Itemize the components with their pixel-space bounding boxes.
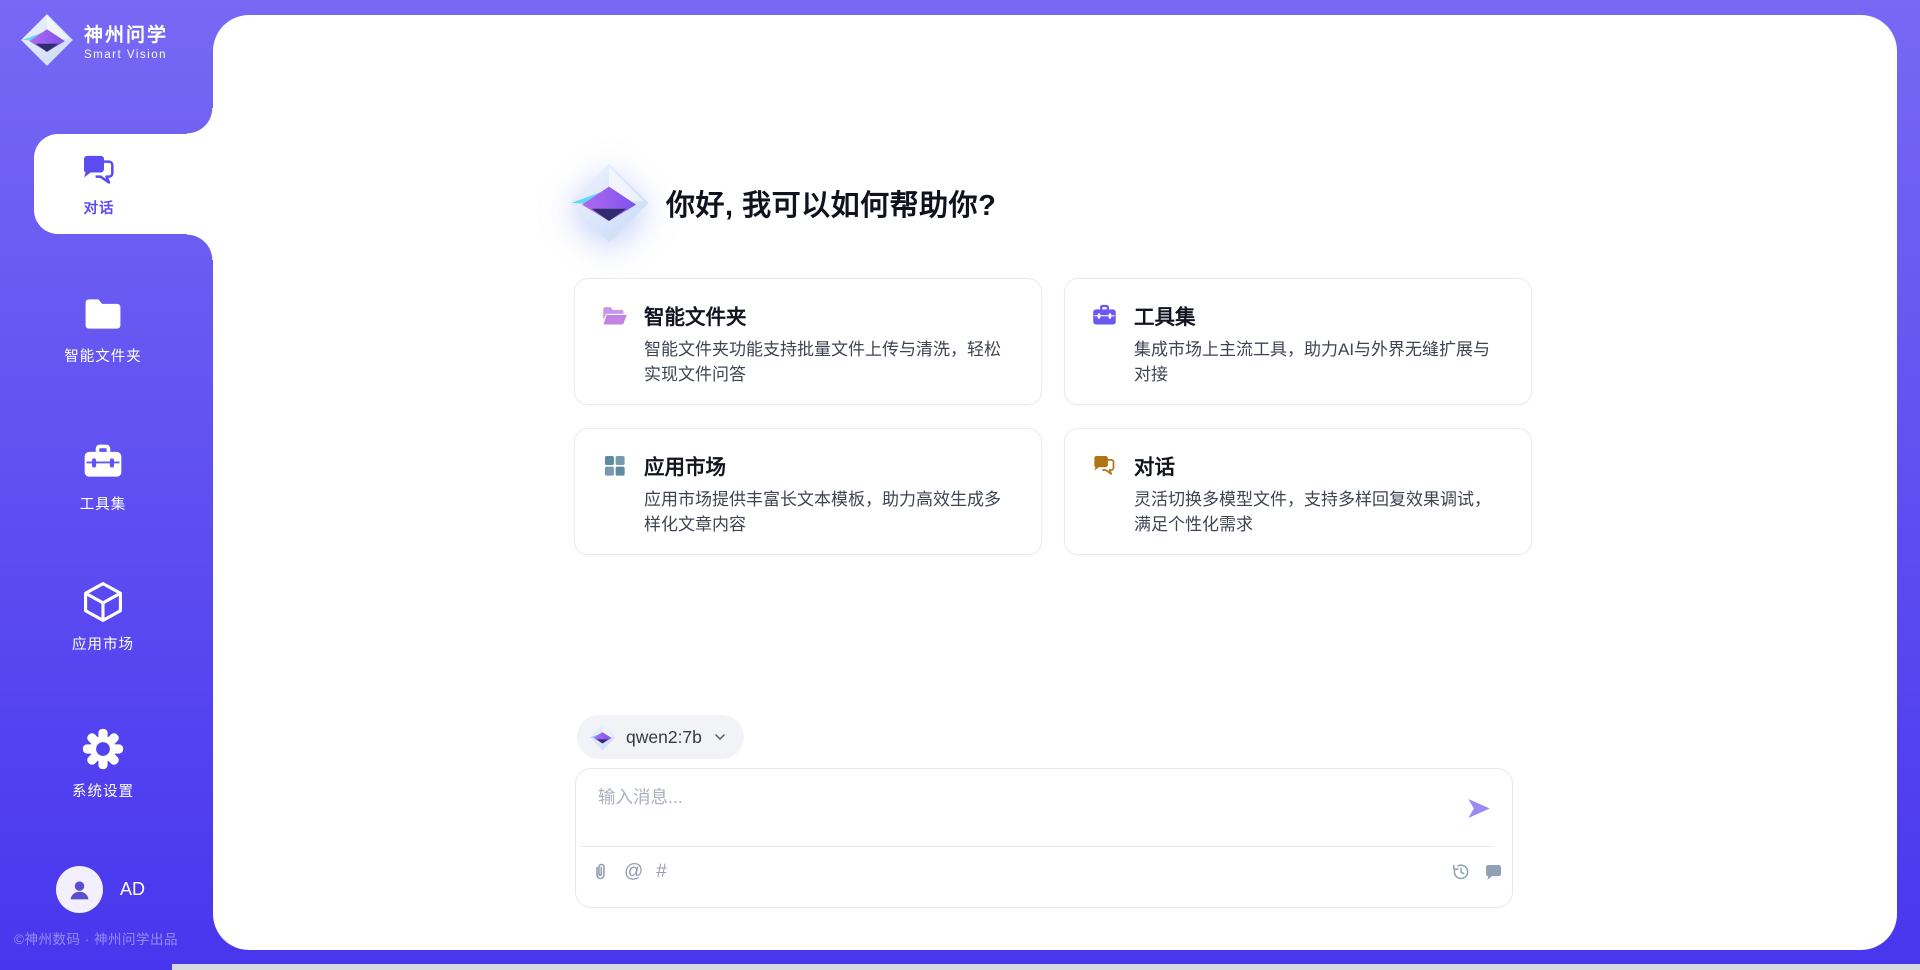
card-description: 应用市场提供丰富长文本模板，助力高效生成多样化文章内容 <box>644 488 1017 537</box>
copyright-text: ©神州数码 · 神州问学出品 <box>14 928 178 948</box>
composer-divider <box>580 846 1494 847</box>
send-icon[interactable] <box>1465 795 1492 822</box>
sidebar-item-settings[interactable]: 系统设置 <box>0 727 206 801</box>
chevron-down-icon <box>712 729 728 745</box>
card-head: 智能文件夹 <box>601 300 1017 330</box>
sidebar-item-smart-folder[interactable]: 智能文件夹 <box>0 292 206 366</box>
feature-cards: 智能文件夹 智能文件夹功能支持批量文件上传与清洗，轻松实现文件问答 工具集 集成… <box>574 278 1532 555</box>
composer-left-tools: @ # <box>590 861 667 882</box>
history-icon[interactable] <box>1450 861 1471 882</box>
hero: 你好, 我可以如何帮助你? <box>568 162 996 244</box>
card-head: 对话 <box>1091 450 1507 480</box>
card-app-market[interactable]: 应用市场 应用市场提供丰富长文本模板，助力高效生成多样化文章内容 <box>574 428 1042 555</box>
message-input-placeholder: 输入消息... <box>598 784 683 809</box>
model-name: qwen2:7b <box>626 727 702 748</box>
chat-bubbles-icon <box>79 150 119 190</box>
card-description: 集成市场上主流工具，助力AI与外界无缝扩展与对接 <box>1134 338 1507 387</box>
feedback-icon[interactable] <box>1483 861 1504 882</box>
folder-open-icon <box>601 302 628 329</box>
sidebar-item-label: 对话 <box>84 197 115 218</box>
model-selector[interactable]: qwen2:7b <box>577 715 744 759</box>
user-initials: AD <box>120 879 145 900</box>
card-head: 应用市场 <box>601 450 1017 480</box>
diamond-logo-icon <box>20 13 74 67</box>
sidebar-item-label: 智能文件夹 <box>64 345 142 366</box>
chat-bubbles-icon <box>1091 452 1118 479</box>
cube-icon <box>81 580 125 624</box>
avatar <box>56 866 103 913</box>
window-bottom-edge <box>172 964 1920 970</box>
card-head: 工具集 <box>1091 300 1507 330</box>
card-title: 工具集 <box>1134 300 1196 330</box>
app-logo: 神州问学 Smart Vision <box>20 13 168 67</box>
composer-right-tools <box>1450 861 1504 882</box>
app-logo-text: 神州问学 Smart Vision <box>84 20 168 61</box>
card-toolset[interactable]: 工具集 集成市场上主流工具，助力AI与外界无缝扩展与对接 <box>1064 278 1532 405</box>
card-smart-folder[interactable]: 智能文件夹 智能文件夹功能支持批量文件上传与清洗，轻松实现文件问答 <box>574 278 1042 405</box>
main-content-panel: 你好, 我可以如何帮助你? 智能文件夹 智能文件夹功能支持批量文件上传与清洗，轻… <box>213 15 1897 950</box>
sidebar-item-toolset[interactable]: 工具集 <box>0 440 206 514</box>
sidebar-item-app-market[interactable]: 应用市场 <box>0 580 206 654</box>
sidebar-item-label: 应用市场 <box>72 633 134 654</box>
app-name: 神州问学 <box>84 20 168 47</box>
briefcase-icon <box>81 440 125 484</box>
person-icon <box>66 876 93 903</box>
card-chat[interactable]: 对话 灵活切换多模型文件，支持多样回复效果调试，满足个性化需求 <box>1064 428 1532 555</box>
sidebar-item-label: 工具集 <box>80 493 127 514</box>
active-tab-bottom-fillet <box>187 234 213 260</box>
card-description: 灵活切换多模型文件，支持多样回复效果调试，满足个性化需求 <box>1134 488 1507 537</box>
mention-icon[interactable]: @ <box>624 861 643 882</box>
hashtag-icon[interactable]: # <box>656 861 667 882</box>
card-title: 智能文件夹 <box>644 300 747 330</box>
card-description: 智能文件夹功能支持批量文件上传与清洗，轻松实现文件问答 <box>644 338 1017 387</box>
card-title: 应用市场 <box>644 450 726 480</box>
app-subtitle: Smart Vision <box>84 49 168 61</box>
card-title: 对话 <box>1134 450 1175 480</box>
message-composer[interactable]: 输入消息... @ # <box>575 768 1513 908</box>
sidebar-item-label: 系统设置 <box>72 780 134 801</box>
diamond-logo-icon <box>589 724 616 751</box>
grid-icon <box>601 452 628 479</box>
attachment-icon[interactable] <box>590 861 611 882</box>
active-tab-top-fillet <box>187 108 213 134</box>
greeting-title: 你好, 我可以如何帮助你? <box>666 182 996 224</box>
sidebar-item-chat[interactable]: 对话 <box>34 134 213 234</box>
user-profile[interactable]: AD <box>56 866 145 913</box>
folder-icon <box>81 292 125 336</box>
briefcase-icon <box>1091 302 1118 329</box>
diamond-logo-icon <box>568 162 650 244</box>
gear-icon <box>81 727 125 771</box>
